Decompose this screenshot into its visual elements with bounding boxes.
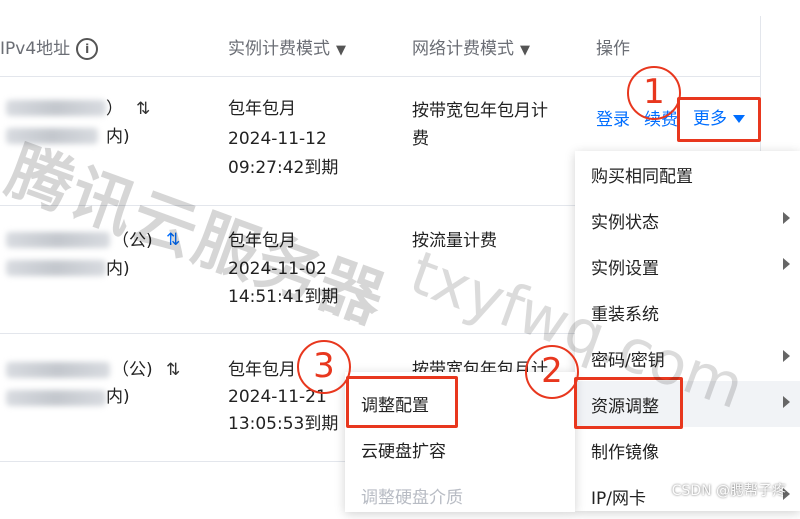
network-billing: 按流量计费 [412, 231, 497, 251]
expire-time: 13:05:53到期 [228, 414, 339, 434]
expire-time: 09:27:42到期 [228, 158, 339, 178]
filter-icon[interactable]: ▼ [336, 43, 346, 58]
instance-billing: 包年包月 [228, 99, 296, 119]
highlight-resource-adjust [574, 377, 683, 429]
blurred-ip [6, 260, 106, 276]
chevron-right-icon [783, 396, 790, 408]
menu-item-password-key[interactable]: 密码/密钥 [575, 335, 800, 381]
menu-item-create-image[interactable]: 制作镜像 [575, 427, 800, 473]
ip-label: 内) [106, 259, 130, 279]
expire-time: 14:51:41到期 [228, 287, 339, 307]
instance-billing: 包年包月 [228, 360, 296, 380]
highlight-more [677, 97, 761, 142]
submenu-item-disk-expand[interactable]: 云硬盘扩容 [345, 426, 575, 472]
menu-item-instance-status[interactable]: 实例状态 [575, 197, 800, 243]
highlight-adjust-config [346, 376, 458, 428]
switch-ip-icon[interactable]: ⇅ [136, 99, 150, 119]
chevron-right-icon [783, 258, 790, 270]
ip-label: 内) [106, 127, 130, 147]
blurred-ip [6, 362, 110, 378]
step-2-marker: 2 [525, 345, 579, 399]
blurred-ip [6, 390, 106, 406]
chevron-right-icon [783, 350, 790, 362]
menu-item-instance-settings[interactable]: 实例设置 [575, 243, 800, 289]
menu-item-buy-same[interactable]: 购买相同配置 [575, 151, 800, 197]
expire-date: 2024-11-12 [228, 129, 327, 149]
header-network-billing[interactable]: 网络计费模式 ▼ [412, 34, 530, 59]
menu-item-reinstall[interactable]: 重装系统 [575, 289, 800, 335]
info-icon[interactable]: i [76, 38, 99, 60]
ip-label: 内) [106, 387, 130, 407]
submenu-item-disk-medium: 调整硬盘介质 [361, 488, 463, 508]
header-instance-billing[interactable]: 实例计费模式 ▼ [228, 34, 346, 59]
chevron-right-icon [783, 212, 790, 224]
header-actions: 操作 [596, 39, 630, 59]
step-1-marker: 1 [627, 66, 681, 120]
blurred-ip [6, 232, 110, 248]
switch-ip-icon[interactable]: ⇅ [166, 360, 180, 380]
more-menu: 购买相同配置 实例状态 实例设置 重装系统 密码/密钥 资源调整 制作镜像 IP… [575, 151, 800, 511]
ip-label: （公) [112, 231, 153, 251]
login-link[interactable]: 登录 [596, 107, 630, 133]
switch-ip-icon[interactable]: ⇅ [166, 230, 180, 250]
filter-icon[interactable]: ▼ [520, 43, 530, 58]
ip-label: ） [106, 99, 123, 119]
network-billing: 费 [412, 129, 429, 149]
header-ip: IPv4地址 i [0, 34, 99, 60]
instance-billing: 包年包月 [228, 231, 296, 251]
expire-date: 2024-11-02 [228, 259, 327, 279]
blurred-ip [6, 128, 98, 144]
source-credit: CSDN @腮帮子疼 [671, 483, 786, 499]
step-3-marker: 3 [297, 340, 351, 394]
network-billing: 按带宽包年包月计 [412, 101, 548, 121]
blurred-ip [6, 100, 106, 116]
ip-label: （公) [112, 360, 153, 380]
